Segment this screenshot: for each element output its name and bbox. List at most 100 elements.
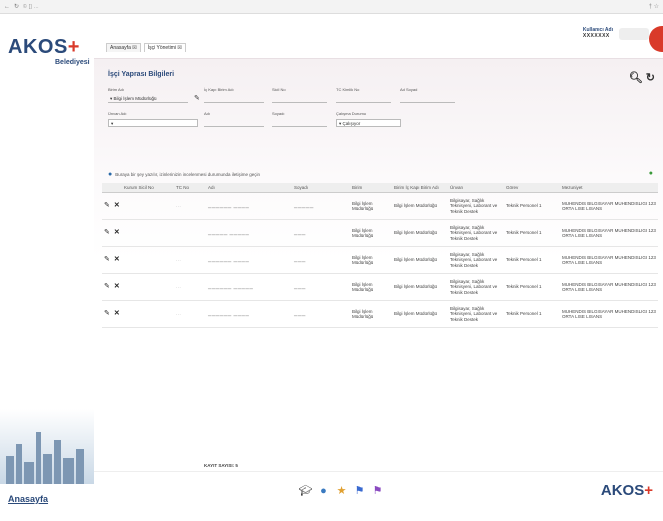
cell-soyadi: ▁▁▁ bbox=[292, 273, 350, 301]
cell-ic-kapi: Bilgi İşlem Müdürlüğü bbox=[392, 192, 448, 220]
pencil-icon[interactable]: ✎ bbox=[194, 94, 200, 102]
user-info[interactable]: Kullanıcı Adı XXXXXXX bbox=[583, 27, 613, 39]
col-birim[interactable]: Birim bbox=[350, 183, 392, 193]
cell-tc: ... bbox=[174, 273, 206, 301]
tc-label: TC Kimlik No bbox=[336, 87, 360, 92]
main-content: İşçi Yaprası Bilgileri 🔍︎ ↻ Birim Adı ▾ … bbox=[94, 58, 663, 471]
browser-menu-icon[interactable]: † ☆ bbox=[649, 3, 659, 10]
birim-select[interactable]: ▾ Bilgi İşlem Müdürlüğü bbox=[108, 95, 188, 103]
col-soyadi[interactable]: Soyadı bbox=[292, 183, 350, 193]
calisma-select[interactable]: ▾ Çalışıyor bbox=[336, 119, 401, 127]
x-icon[interactable]: ✕ bbox=[114, 256, 120, 263]
cell-sicil bbox=[122, 219, 174, 247]
tab-home[interactable]: Anasayfa ☒ bbox=[106, 43, 141, 52]
birim-label: Birim Adı bbox=[108, 87, 125, 92]
col-ic-kapi[interactable]: Birim İç Kapı Birim Adı bbox=[392, 183, 448, 193]
worker-table: Kurum Sicil No TC No Adı Soyadı Birim Bi… bbox=[102, 183, 658, 328]
cell-adi: ▁▁▁▁▁▁ ▁▁▁▁ bbox=[206, 192, 292, 220]
tab-worker-management[interactable]: İşçi Yönetimi ☒ bbox=[143, 43, 186, 52]
unvan-select[interactable]: ▾ bbox=[108, 119, 198, 127]
bottom-icon-group: 🎓︎ ● ★ ⚑ ⚑ bbox=[299, 484, 384, 498]
browser-bar: ← ↻ © [] ... † ☆ bbox=[0, 0, 663, 14]
sicil-label: Sicil No bbox=[272, 87, 286, 92]
footer-logo: AKOS+ bbox=[600, 482, 653, 499]
table-header: Kurum Sicil No TC No Adı Soyadı Birim Bi… bbox=[102, 183, 658, 193]
col-adi[interactable]: Adı bbox=[206, 183, 292, 193]
ad-soyad-label: Ad Soyad bbox=[400, 87, 418, 92]
x-icon[interactable]: ✕ bbox=[114, 229, 120, 236]
sicil-input[interactable] bbox=[272, 95, 327, 103]
cell-birim: Bilgi İşlem Müdürlüğü bbox=[350, 273, 392, 301]
cell-mezuniyet: MUHENDIS BILGISAYAR MUHENDISLIGI 123 ORT… bbox=[560, 192, 658, 220]
tc-input[interactable] bbox=[336, 95, 391, 103]
cell-gorev: Teknik Personel 1 bbox=[504, 246, 560, 274]
table-row[interactable]: ✎ ✕ ▁▁▁▁▁ ▁▁▁▁▁ ▁▁▁ Bilgi İşlem Müdürlüğü… bbox=[102, 219, 658, 247]
table-row[interactable]: ✎ ✕ ... ▁▁▁▁▁▁ ▁▁▁▁ ▁▁▁ Bilgi İşlem Müdür… bbox=[102, 246, 658, 274]
skyline-image bbox=[0, 409, 94, 484]
pencil-icon[interactable]: ✎ bbox=[104, 229, 110, 236]
x-icon[interactable]: ✕ bbox=[114, 283, 120, 290]
cell-adi: ▁▁▁▁▁▁ ▁▁▁▁ bbox=[206, 246, 292, 274]
info-text: Buraya bir şey yazılır, izinlerinizin in… bbox=[115, 172, 261, 177]
cell-sicil bbox=[122, 273, 174, 301]
cell-soyadi: ▁▁▁ bbox=[292, 246, 350, 274]
soyadi-input[interactable] bbox=[272, 119, 327, 127]
pencil-icon[interactable]: ✎ bbox=[104, 256, 110, 263]
refresh-icon[interactable]: ↻ bbox=[646, 72, 655, 84]
x-icon[interactable]: ✕ bbox=[114, 202, 120, 209]
cell-adi: ▁▁▁▁▁▁ ▁▁▁▁▁ bbox=[206, 273, 292, 301]
col-mezuniyet[interactable]: Mezuniyet bbox=[560, 183, 658, 193]
cell-ic-kapi: Bilgi İşlem Müdürlüğü bbox=[392, 273, 448, 301]
flag-purple-icon[interactable]: ⚑ bbox=[371, 484, 384, 497]
col-unvan[interactable]: Ünvan bbox=[448, 183, 504, 193]
cell-unvan: Bilgisayar, Sağlık Teknisyeni, Laborant … bbox=[448, 192, 504, 220]
adi-label: Adı bbox=[204, 111, 211, 116]
col-actions bbox=[102, 183, 122, 193]
cell-mezuniyet: MUHENDIS BILGISAYAR MUHENDISLIGI 123 ORT… bbox=[560, 219, 658, 247]
cell-soyadi: ▁▁▁▁▁ bbox=[292, 192, 350, 220]
cell-ic-kapi: Bilgi İşlem Müdürlüğü bbox=[392, 219, 448, 247]
record-count: KAYIT SAYISI: 5 bbox=[204, 463, 238, 468]
cell-adi: ▁▁▁▁▁ ▁▁▁▁▁ bbox=[206, 219, 292, 247]
info-icon: ● bbox=[108, 171, 113, 178]
x-icon[interactable]: ✕ bbox=[114, 310, 120, 317]
col-sicil[interactable]: Kurum Sicil No bbox=[122, 183, 174, 193]
address-bar[interactable]: © [] ... bbox=[23, 4, 39, 10]
app-logo[interactable]: AKOS+ bbox=[8, 36, 80, 59]
col-gorev[interactable]: Görev bbox=[504, 183, 560, 193]
reload-icon[interactable]: ↻ bbox=[14, 3, 19, 10]
cell-sicil bbox=[122, 300, 174, 328]
adi-input[interactable] bbox=[204, 119, 264, 127]
col-tc[interactable]: TC No bbox=[174, 183, 206, 193]
info-line: ● Buraya bir şey yazılır, izinlerinizin … bbox=[108, 171, 260, 178]
add-icon[interactable]: ● bbox=[649, 170, 653, 177]
user-badge bbox=[619, 28, 649, 40]
cell-ic-kapi: Bilgi İşlem Müdürlüğü bbox=[392, 246, 448, 274]
logout-icon[interactable] bbox=[649, 26, 663, 52]
ic-kapi-input[interactable] bbox=[204, 95, 264, 103]
people-icon[interactable]: ● bbox=[317, 484, 330, 497]
home-link[interactable]: Anasayfa bbox=[8, 494, 48, 504]
cell-birim: Bilgi İşlem Müdürlüğü bbox=[350, 300, 392, 328]
header: Anasayfa ☒ İşçi Yönetimi ☒ Kullanıcı Adı… bbox=[94, 14, 663, 58]
cell-unvan: Bilgisayar, Sağlık Teknisyeni, Laborant … bbox=[448, 219, 504, 247]
search-icon[interactable]: 🔍︎ bbox=[629, 72, 643, 84]
calisma-label: Çalışma Durumu bbox=[336, 111, 367, 116]
cell-tc: ... bbox=[174, 300, 206, 328]
ad-soyad-input[interactable] bbox=[400, 95, 455, 103]
table-row[interactable]: ✎ ✕ ... ▁▁▁▁▁▁ ▁▁▁▁ ▁▁▁ Bilgi İşlem Müdür… bbox=[102, 300, 658, 328]
award-icon[interactable]: ★ bbox=[335, 484, 348, 497]
ic-kapi-label: İç Kapı Birim Adı bbox=[204, 87, 234, 92]
cell-mezuniyet: MUHENDIS BILGISAYAR MUHENDISLIGI 123 ORT… bbox=[560, 273, 658, 301]
back-icon[interactable]: ← bbox=[4, 4, 10, 10]
table-row[interactable]: ✎ ✕ ... ▁▁▁▁▁▁ ▁▁▁▁▁ ▁▁▁ Bilgi İşlem Müdü… bbox=[102, 273, 658, 301]
tab-bar: Anasayfa ☒ İşçi Yönetimi ☒ bbox=[106, 43, 186, 52]
logo-subtitle: Belediyesi bbox=[55, 59, 90, 66]
table-row[interactable]: ✎ ✕ ... ▁▁▁▁▁▁ ▁▁▁▁ ▁▁▁▁▁ Bilgi İşlem Müd… bbox=[102, 192, 658, 220]
pencil-icon[interactable]: ✎ bbox=[104, 202, 110, 209]
cell-tc: ... bbox=[174, 246, 206, 274]
flag-blue-icon[interactable]: ⚑ bbox=[353, 484, 366, 497]
graduation-cap-icon[interactable]: 🎓︎ bbox=[299, 484, 313, 497]
pencil-icon[interactable]: ✎ bbox=[104, 310, 110, 317]
pencil-icon[interactable]: ✎ bbox=[104, 283, 110, 290]
